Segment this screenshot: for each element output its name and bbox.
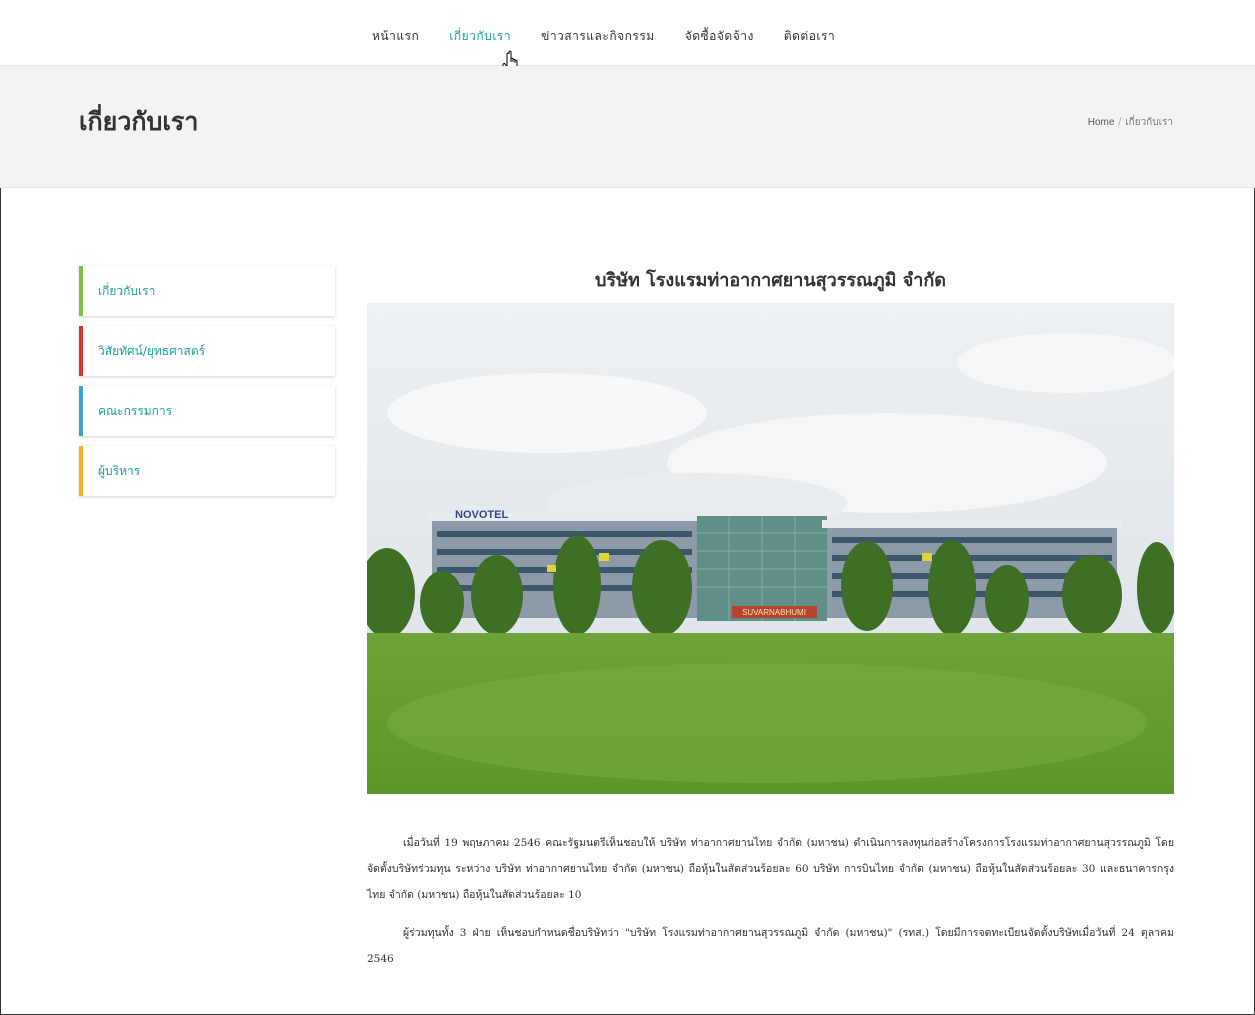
breadcrumb-separator: / (1118, 117, 1122, 128)
nav-item-procurement[interactable]: จัดซื้อจัดจ้าง (685, 27, 754, 46)
sidebar-item-vision[interactable]: วิสัยทัศน์/ยุทธศาสตร์ (79, 326, 335, 376)
nav-item-home[interactable]: หน้าแรก (372, 27, 419, 46)
sidebar-item-label: วิสัยทัศน์/ยุทธศาสตร์ (98, 343, 206, 358)
page-title: เกี่ยวกับเรา (79, 107, 199, 136)
sidebar-item-about[interactable]: เกี่ยวกับเรา (79, 266, 335, 316)
breadcrumb: Home / เกี่ยวกับเรา (1088, 115, 1173, 130)
content-heading: บริษัท โรงแรมท่าอากาศยานสุวรรณภูมิ จำกัด (595, 270, 946, 291)
main-content: บริษัท โรงแรมท่าอากาศยานสุวรรณภูมิ จำกัด (367, 266, 1174, 794)
sidebar-item-executives[interactable]: ผู้บริหาร (79, 446, 335, 496)
breadcrumb-current: เกี่ยวกับเรา (1125, 117, 1173, 128)
sidebar-item-label: คณะกรรมการ (98, 403, 173, 418)
sidebar: เกี่ยวกับเรา วิสัยทัศน์/ยุทธศาสตร์ คณะกร… (79, 266, 335, 506)
paragraph-history: เมื่อวันที่ 19 พฤษภาคม 2546 คณะรัฐมนตรีเ… (367, 837, 1174, 901)
paragraph-registration: ผู้ร่วมทุนทั้ง 3 ฝ่าย เห็นชอบกำหนดชื่อบร… (367, 927, 1174, 965)
hotel-photo: NOVOTEL SUVARNABHUMI (367, 303, 1174, 794)
page-banner: เกี่ยวกับเรา Home / เกี่ยวกับเรา (0, 66, 1255, 188)
top-navigation: หน้าแรก เกี่ยวกับเรา ข่าวสารและกิจกรรม จ… (0, 0, 1255, 66)
nav-menu: หน้าแรก เกี่ยวกับเรา ข่าวสารและกิจกรรม จ… (372, 27, 865, 46)
nav-item-about[interactable]: เกี่ยวกับเรา (449, 27, 511, 46)
novotel-sign: NOVOTEL (455, 509, 508, 521)
sidebar-item-board[interactable]: คณะกรรมการ (79, 386, 335, 436)
suvarnabhumi-sign: SUVARNABHUMI (742, 608, 806, 617)
breadcrumb-home-link[interactable]: Home (1088, 117, 1115, 128)
sidebar-item-label: เกี่ยวกับเรา (98, 283, 156, 298)
nav-item-contact[interactable]: ติดต่อเรา (784, 27, 835, 46)
sidebar-item-label: ผู้บริหาร (98, 463, 141, 478)
nav-item-news[interactable]: ข่าวสารและกิจกรรม (541, 27, 655, 46)
